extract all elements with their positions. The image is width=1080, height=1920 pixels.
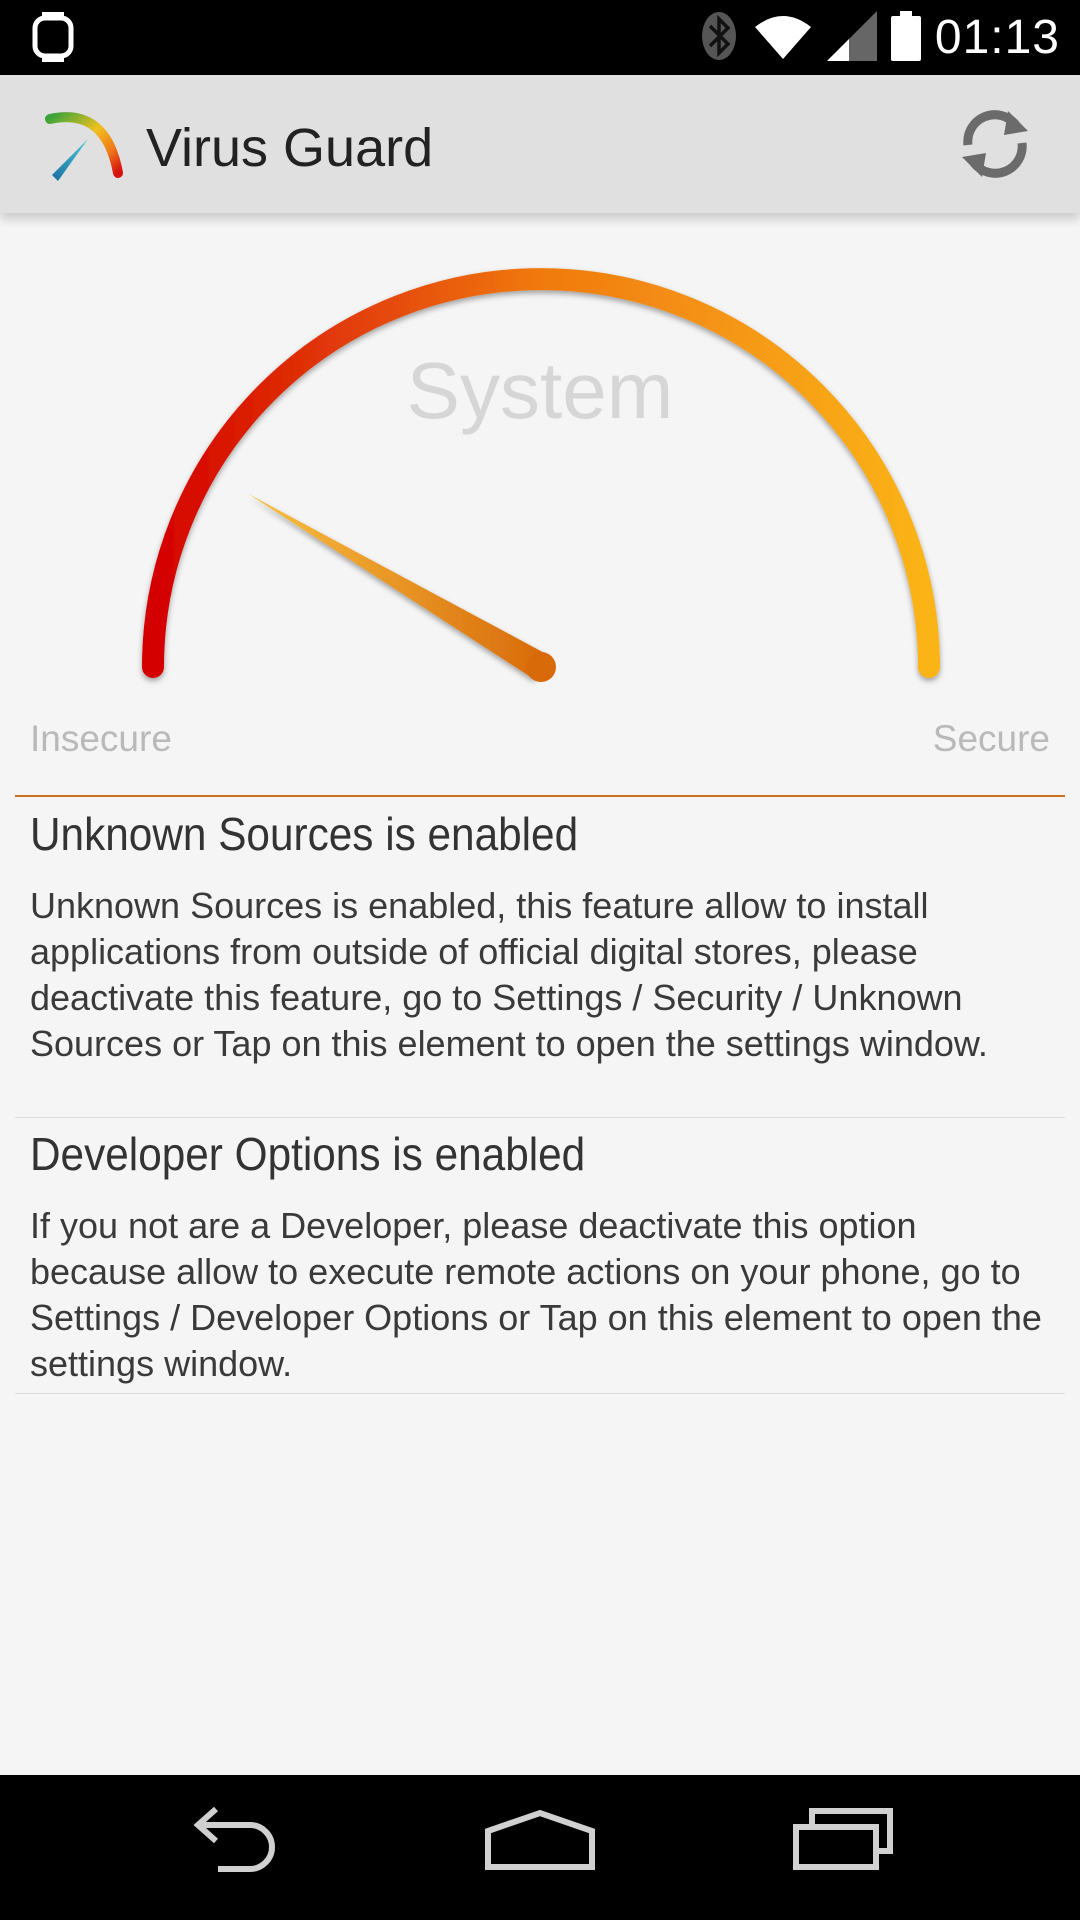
gauge-caption: System (406, 346, 674, 435)
signal-icon (826, 10, 877, 65)
secure-label: Secure (932, 718, 1050, 759)
battery-icon (890, 10, 921, 65)
list-item-developer-options[interactable]: Developer Options is enabled If you not … (15, 1123, 1065, 1394)
recents-icon (793, 1808, 893, 1870)
insecure-label: Insecure (30, 718, 172, 759)
gauge-logo-icon (44, 103, 130, 193)
refresh-button[interactable] (956, 105, 1034, 183)
status-bar: 01:13 (0, 0, 1080, 75)
gauge-needle-hub (526, 652, 556, 682)
gauge-needle (248, 493, 549, 680)
wifi-icon (753, 11, 813, 65)
refresh-icon (962, 110, 1028, 178)
security-gauge (0, 225, 1080, 705)
home-icon (485, 1809, 595, 1870)
back-icon (193, 1806, 275, 1872)
home-button[interactable] (484, 1803, 596, 1877)
back-button[interactable] (188, 1803, 292, 1877)
issue-title: Unknown Sources is enabled (30, 808, 579, 860)
android-wear-icon (28, 12, 78, 66)
issue-title: Developer Options is enabled (30, 1128, 586, 1180)
bluetooth-icon (699, 11, 739, 65)
accent-divider (15, 795, 1065, 797)
list-item-unknown-sources[interactable]: Unknown Sources is enabled Unknown Sourc… (15, 803, 1065, 1118)
app-bar: Virus Guard (0, 75, 1080, 213)
issue-description: Unknown Sources is enabled, this feature… (30, 885, 988, 1064)
status-time: 01:13 (934, 11, 1060, 64)
recents-button[interactable] (790, 1803, 898, 1877)
status-icons: 01:13 (699, 0, 1060, 75)
gauge-arc (142, 268, 940, 678)
issue-description: If you not are a Developer, please deact… (30, 1205, 1042, 1384)
navigation-bar (0, 1775, 1080, 1920)
app-title: Virus Guard (146, 118, 434, 178)
